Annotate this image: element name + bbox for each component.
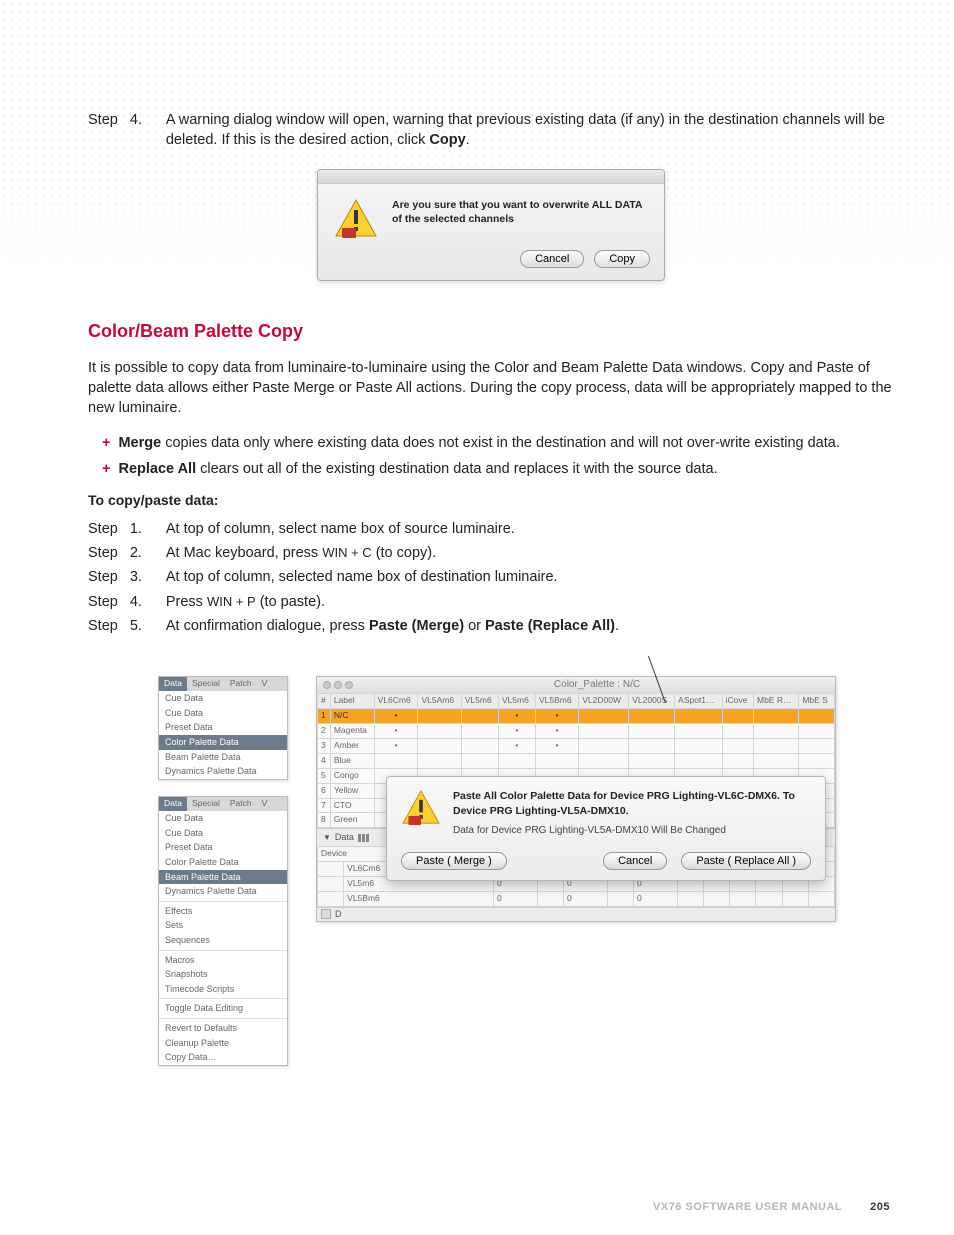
- step-4b: Step 4. Press WIN + P (to paste).: [88, 592, 894, 612]
- tab-special[interactable]: Special: [187, 677, 225, 691]
- cancel-button[interactable]: Cancel: [603, 852, 667, 870]
- window-title: Color_Palette : N/C: [359, 678, 835, 692]
- step-2: Step 2. At Mac keyboard, press WIN + C (…: [88, 543, 894, 563]
- column-header[interactable]: Label: [330, 694, 374, 709]
- tab-data[interactable]: Data: [159, 797, 187, 811]
- step-body: A warning dialog window will open, warni…: [166, 110, 894, 151]
- column-header[interactable]: VL2D00W: [579, 694, 629, 709]
- column-header[interactable]: VL5m6: [498, 694, 535, 709]
- copy-button[interactable]: Copy: [594, 250, 650, 268]
- table-row[interactable]: 4Blue: [318, 753, 835, 768]
- menu-item[interactable]: Color Palette Data: [159, 735, 287, 750]
- menu-item[interactable]: Timecode Scripts: [159, 982, 287, 997]
- menu-item[interactable]: Toggle Data Editing: [159, 1001, 287, 1016]
- dialog-message: Are you sure that you want to overwrite …: [392, 198, 648, 226]
- plus-icon: +: [102, 433, 110, 453]
- column-header[interactable]: VL5Bm6: [535, 694, 578, 709]
- traffic-lights[interactable]: [317, 681, 359, 689]
- tab-patch[interactable]: Patch: [225, 677, 257, 691]
- disclosure-triangle-icon[interactable]: ▼: [323, 832, 331, 843]
- paste-dialog-bold: Paste All Color Palette Data for Device …: [453, 789, 811, 817]
- menu-item[interactable]: Dynamics Palette Data: [159, 884, 287, 899]
- tab-data[interactable]: Data: [159, 677, 187, 691]
- tab-v[interactable]: V: [257, 797, 273, 811]
- step-4: Step 4. A warning dialog window will ope…: [88, 110, 894, 151]
- menu-item[interactable]: Cue Data: [159, 826, 287, 841]
- status-d: D: [335, 908, 342, 921]
- menu-item[interactable]: Cue Data: [159, 811, 287, 826]
- tab-special[interactable]: Special: [187, 797, 225, 811]
- warning-icon: [334, 198, 378, 238]
- menu-item[interactable]: Sets: [159, 918, 287, 933]
- column-header[interactable]: VL5m6: [461, 694, 498, 709]
- menu-item[interactable]: Preset Data: [159, 840, 287, 855]
- menu-item[interactable]: Cue Data: [159, 691, 287, 706]
- page-footer: VX76 SOFTWARE USER MANUAL 205: [0, 1201, 954, 1213]
- paste-replace-all-button[interactable]: Paste ( Replace All ): [681, 852, 811, 870]
- menu-item[interactable]: Macros: [159, 953, 287, 968]
- data-section-label: Data: [335, 831, 354, 844]
- paste-confirmation-dialog: Paste All Color Palette Data for Device …: [386, 776, 826, 880]
- step-1: Step 1. At top of column, select name bo…: [88, 519, 894, 539]
- menu-item[interactable]: Revert to Defaults: [159, 1021, 287, 1036]
- bullet-list: + Merge copies data only where existing …: [102, 433, 894, 480]
- plus-icon: +: [102, 459, 110, 479]
- menu-tabs: Data Special Patch V: [159, 677, 287, 691]
- page-number: 205: [870, 1201, 890, 1213]
- intro-paragraph: It is possible to copy data from luminai…: [88, 358, 894, 419]
- tab-patch[interactable]: Patch: [225, 797, 257, 811]
- column-header[interactable]: ASpot1…: [675, 694, 722, 709]
- menu-item[interactable]: Dynamics Palette Data: [159, 764, 287, 779]
- menu-tabs: Data Special Patch V: [159, 797, 287, 811]
- subheading: To copy/paste data:: [88, 491, 894, 511]
- menu-item[interactable]: Beam Palette Data: [159, 870, 287, 885]
- paste-merge-button[interactable]: Paste ( Merge ): [401, 852, 507, 870]
- column-header[interactable]: VL6Cm6: [374, 694, 418, 709]
- menu-item[interactable]: Copy Data…: [159, 1050, 287, 1065]
- menu-item[interactable]: Cleanup Palette: [159, 1036, 287, 1051]
- column-header[interactable]: MbE S: [799, 694, 835, 709]
- bullet-merge: + Merge copies data only where existing …: [102, 433, 894, 453]
- menu-item[interactable]: Sequences: [159, 933, 287, 948]
- column-header[interactable]: #: [318, 694, 331, 709]
- menu-item[interactable]: Preset Data: [159, 720, 287, 735]
- data-menu-1: Data Special Patch V Cue DataCue DataPre…: [158, 676, 288, 779]
- column-header[interactable]: VL2000S: [629, 694, 675, 709]
- menu-item[interactable]: Snapshots: [159, 967, 287, 982]
- step-number: 4.: [130, 110, 154, 151]
- menu-item[interactable]: Cue Data: [159, 706, 287, 721]
- section-heading: Color/Beam Palette Copy: [88, 319, 894, 344]
- menu-item[interactable]: Color Palette Data: [159, 855, 287, 870]
- statusbar: D: [317, 907, 835, 921]
- ui-cluster: Data Special Patch V Cue DataCue DataPre…: [158, 676, 894, 1076]
- step-3: Step 3. At top of column, selected name …: [88, 567, 894, 587]
- step-label: Step: [88, 110, 118, 151]
- step-5: Step 5. At confirmation dialogue, press …: [88, 616, 894, 636]
- column-header[interactable]: iCove: [722, 694, 753, 709]
- menu-item[interactable]: Beam Palette Data: [159, 750, 287, 765]
- dialog-titlebar: [318, 170, 664, 184]
- overwrite-warning-dialog: Are you sure that you want to overwrite …: [317, 169, 665, 281]
- bullet-replace-all: + Replace All clears out all of the exis…: [102, 459, 894, 479]
- manual-title: VX76 SOFTWARE USER MANUAL: [653, 1201, 842, 1213]
- data-menu-2: Data Special Patch V Cue DataCue DataPre…: [158, 796, 288, 1065]
- menu-item[interactable]: Effects: [159, 904, 287, 919]
- table-row[interactable]: 1N/C: [318, 709, 835, 724]
- warning-icon: [401, 789, 441, 825]
- device-row[interactable]: VL5Bm6000: [318, 891, 835, 906]
- cancel-button[interactable]: Cancel: [520, 250, 584, 268]
- bars-icon: [358, 834, 369, 842]
- column-header[interactable]: VL5Am6: [418, 694, 461, 709]
- table-row[interactable]: 2Magenta: [318, 724, 835, 739]
- table-row[interactable]: 3Amber: [318, 739, 835, 754]
- status-icon: [321, 909, 331, 919]
- paste-dialog-plain: Data for Device PRG Lighting-VL5A-DMX10 …: [453, 824, 811, 838]
- column-header[interactable]: MbE R…: [754, 694, 799, 709]
- tab-v[interactable]: V: [257, 677, 273, 691]
